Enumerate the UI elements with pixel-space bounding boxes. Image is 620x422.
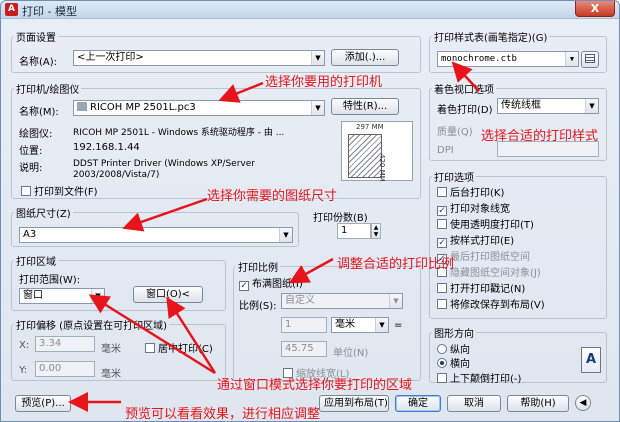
annotation-arrows [68,61,480,412]
annotation-printer: 选择你要用的打印机 [265,75,383,90]
arrow-paper [122,197,208,232]
arrow-window-button [166,296,217,374]
arrow-scale [288,257,334,284]
annotation-paper: 选择你需要的图纸尺寸 [207,189,338,204]
arrow-window-range [88,294,216,375]
arrow-printer [218,81,264,103]
annotation-preview: 预览可以看看效果，进行相应调整 [125,407,321,422]
print-dialog: A 打印 - 模型 X 页面设置 名称(A): <上一次打印> ▼ 添加(.).… [0,0,620,422]
arrow-style [451,61,480,92]
annotation-style: 选择合适的打印样式 [481,129,599,144]
annotation-scale: 调整合适的打印比例 [337,257,455,272]
annotation-window: 通过窗口模式选择你要打印的区域 [217,378,413,393]
